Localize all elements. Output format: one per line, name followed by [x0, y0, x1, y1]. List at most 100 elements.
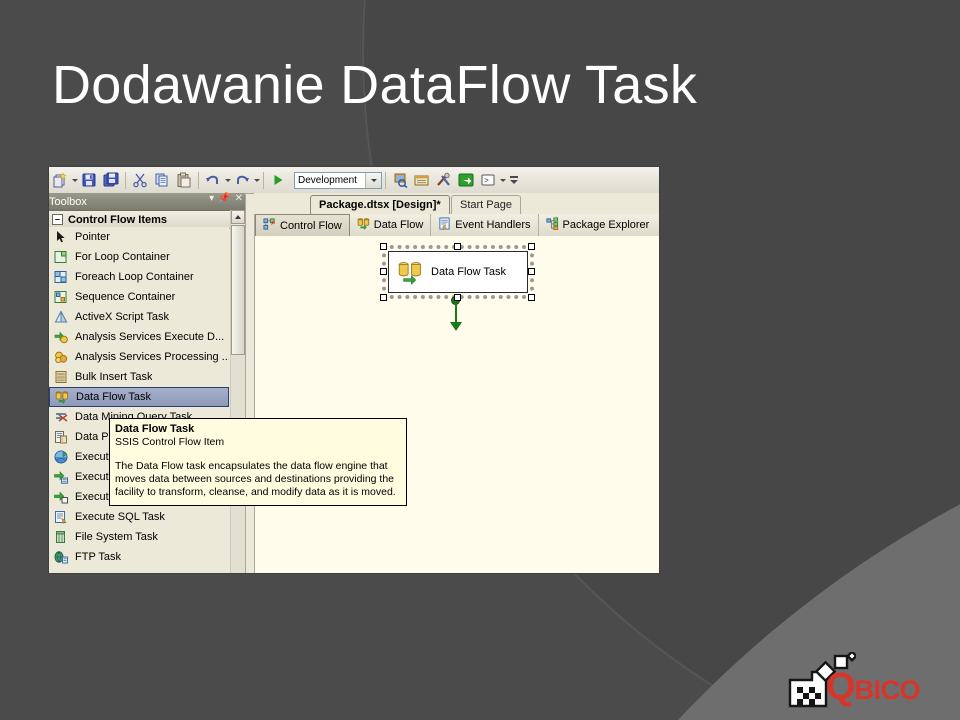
analysis-execute-icon	[53, 329, 69, 345]
logo-letter-q: Q	[826, 666, 856, 708]
document-tab-package-dtsx[interactable]: Package.dtsx [Design]*	[310, 195, 450, 214]
solution-configuration-combo[interactable]: Development	[294, 171, 382, 189]
control-flow-task-label: Data Flow Task	[431, 266, 506, 278]
scroll-up-button[interactable]	[231, 210, 245, 224]
execute-package-icon	[53, 469, 69, 485]
analysis-processing-icon	[53, 349, 69, 365]
toolbox-item-label: Analysis Services Execute D...	[75, 331, 225, 343]
command-dropdown-caret[interactable]	[500, 178, 506, 182]
resize-handle-s[interactable]	[454, 294, 461, 301]
toolbar-separator-3	[263, 171, 264, 189]
designer-tab-label: Package Explorer	[562, 219, 650, 231]
resize-handle-n[interactable]	[454, 243, 461, 250]
designer-tab-label: Data Flow	[373, 219, 424, 231]
toolbox-title-label: Toolbox	[49, 195, 87, 208]
toolbar-overflow-button[interactable]	[508, 170, 519, 190]
precedence-constraint-arrow[interactable]	[450, 322, 462, 331]
control-flow-canvas[interactable]: Data Flow Task	[255, 236, 659, 573]
package-explorer-icon	[545, 217, 559, 233]
control-flow-task-shape[interactable]: Data Flow Task	[388, 251, 528, 293]
event-handlers-icon	[438, 217, 451, 233]
document-tab-start-page[interactable]: Start Page	[451, 195, 521, 214]
new-item-button[interactable]	[50, 170, 70, 190]
resize-handle-ne[interactable]	[528, 243, 535, 250]
redo-dropdown-caret[interactable]	[254, 178, 260, 182]
toolbox-scrollbar[interactable]	[230, 210, 245, 573]
close-icon[interactable]: ✕	[235, 194, 243, 204]
execute-process-icon	[53, 489, 69, 505]
tab-package-explorer[interactable]: Package Explorer	[539, 214, 657, 236]
toolbox-tools-button[interactable]	[434, 170, 454, 190]
tab-control-flow[interactable]: Control Flow	[255, 214, 350, 236]
cut-button[interactable]	[130, 170, 150, 190]
resize-handle-w[interactable]	[380, 268, 387, 275]
background-light-arc	[700, 0, 960, 720]
properties-window-button[interactable]	[412, 170, 432, 190]
ftp-icon	[53, 549, 69, 565]
toolbar-separator-4	[385, 171, 386, 189]
toolbox-item-tooltip: Data Flow Task SSIS Control Flow Item Th…	[109, 418, 407, 506]
toolbox-item-label: Analysis Services Processing ...	[75, 351, 229, 363]
solution-configuration-value: Development	[298, 174, 357, 186]
start-debug-button[interactable]	[268, 170, 288, 190]
toolbox-item-bulk-insert-task[interactable]: Bulk Insert Task	[49, 367, 229, 387]
toolbox-item-label: For Loop Container	[75, 251, 170, 263]
document-tab-strip: Package.dtsx [Design]* Start Page	[254, 193, 659, 215]
data-flow-icon	[357, 217, 370, 233]
designer-tab-label: Event Handlers	[455, 219, 531, 231]
pin-icon[interactable]: 📌	[218, 194, 230, 204]
toolbox-item-analysis-services-processing-task[interactable]: Analysis Services Processing ...	[49, 347, 229, 367]
toolbox-item-foreach-loop-container[interactable]: Foreach Loop Container	[49, 267, 229, 287]
toolbox-item-execute-sql-task[interactable]: Execute SQL Task	[49, 507, 229, 527]
chevron-down-icon[interactable]	[365, 172, 381, 188]
toolbar-separator-2	[198, 171, 199, 189]
vs-toolbar: Development >	[49, 167, 659, 194]
toolbox-item-sequence-container[interactable]: Sequence Container	[49, 287, 229, 307]
go-button[interactable]	[456, 170, 476, 190]
toolbox-item-ftp-task[interactable]: FTP Task	[49, 547, 229, 567]
new-item-dropdown-caret[interactable]	[72, 178, 78, 182]
tooltip-body: The Data Flow task encapsulates the data…	[115, 460, 396, 498]
tooltip-subtitle: SSIS Control Flow Item	[115, 436, 225, 448]
svg-text:>: >	[484, 177, 489, 186]
toolbox-item-activex-script-task[interactable]: ActiveX Script Task	[49, 307, 229, 327]
scrollbar-thumb[interactable]	[231, 225, 245, 355]
undo-button[interactable]	[203, 170, 223, 190]
resize-handle-nw[interactable]	[380, 243, 387, 250]
save-button[interactable]	[79, 170, 99, 190]
paste-button[interactable]	[174, 170, 194, 190]
tab-event-handlers[interactable]: Event Handlers	[431, 214, 539, 236]
package-designer: Control Flow Data Flow Event Handlers Pa…	[254, 214, 659, 573]
toolbox-item-for-loop-container[interactable]: For Loop Container	[49, 247, 229, 267]
chevron-down-icon[interactable]: ▾	[209, 194, 214, 204]
toolbox-item-list[interactable]: Pointer For Loop Container Foreach Loop …	[49, 227, 229, 573]
undo-dropdown-caret[interactable]	[225, 178, 231, 182]
resize-handle-e[interactable]	[528, 268, 535, 275]
data-profiling-icon: i	[53, 429, 69, 445]
toolbox-item-pointer[interactable]: Pointer	[49, 227, 229, 247]
pointer-icon	[53, 229, 69, 245]
toolbox-title-bar: Toolbox ▾ 📌 ✕	[49, 193, 245, 211]
redo-button[interactable]	[232, 170, 252, 190]
data-mining-icon	[53, 409, 69, 425]
document-tab-label: Package.dtsx [Design]*	[319, 199, 441, 211]
command-window-button[interactable]: >	[478, 170, 498, 190]
resize-handle-sw[interactable]	[380, 294, 387, 301]
toolbox-item-data-flow-task[interactable]: Data Flow Task	[49, 387, 229, 407]
save-all-button[interactable]	[101, 170, 121, 190]
toolbox-item-label: Sequence Container	[75, 291, 176, 303]
logo-wordmark: QBICO	[826, 666, 921, 709]
tab-data-flow[interactable]: Data Flow	[350, 214, 432, 236]
foreach-loop-icon	[53, 269, 69, 285]
designer-tab-label: Control Flow	[280, 219, 342, 232]
page-title: Dodawanie DataFlow Task	[52, 55, 698, 115]
toolbox-item-label: File System Task	[75, 531, 158, 543]
collapse-icon[interactable]: –	[52, 214, 63, 225]
toolbox-item-analysis-services-execute-ddl-task[interactable]: Analysis Services Execute D...	[49, 327, 229, 347]
solution-explorer-button[interactable]	[390, 170, 410, 190]
slide-root: Dodawanie DataFlow Task Development > To…	[0, 0, 960, 720]
toolbox-item-file-system-task[interactable]: File System Task	[49, 527, 229, 547]
control-flow-icon	[263, 217, 276, 234]
resize-handle-se[interactable]	[528, 294, 535, 301]
copy-button[interactable]	[152, 170, 172, 190]
